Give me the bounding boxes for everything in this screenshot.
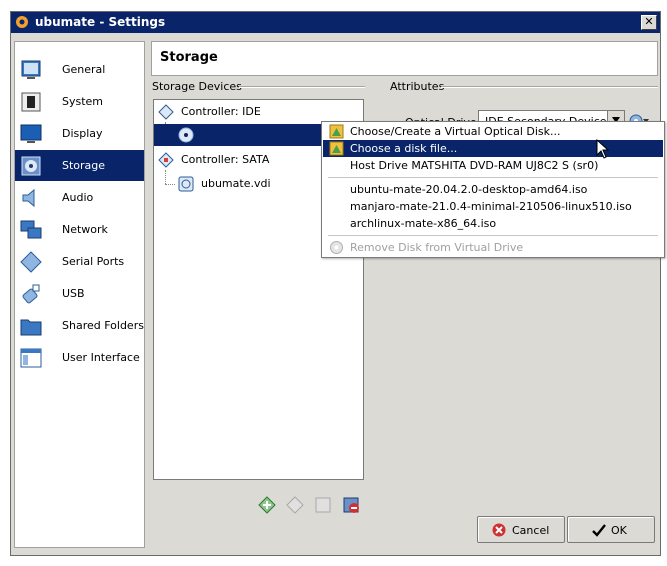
menu-item-iso-manjaro[interactable]: manjaro-mate-21.0.4-minimal-210506-linux…	[323, 198, 663, 215]
optical-disk-menu: Choose/Create a Virtual Optical Disk... …	[321, 121, 665, 258]
title-bar: ubumate - Settings ✕	[11, 12, 660, 33]
sidebar-item-general[interactable]: General	[15, 54, 144, 85]
ok-button[interactable]: OK	[567, 516, 655, 543]
system-icon	[21, 92, 41, 112]
user-interface-icon	[20, 348, 42, 368]
optical-disk-create-icon	[329, 124, 344, 139]
remove-attachment-icon[interactable]	[342, 496, 360, 514]
storage-devices-label: Storage Devices	[152, 80, 242, 93]
window-title: ubumate - Settings	[35, 15, 166, 29]
general-icon	[21, 60, 41, 79]
menu-item-remove-disk[interactable]: Remove Disk from Virtual Drive	[323, 239, 663, 256]
shared-folders-icon	[20, 319, 42, 336]
checkmark-icon	[592, 524, 606, 537]
sidebar-item-usb[interactable]: USB	[15, 278, 144, 309]
sidebar-item-shared-folders[interactable]: Shared Folders	[15, 310, 144, 341]
add-controller-icon[interactable]	[258, 496, 276, 514]
audio-icon	[22, 188, 35, 208]
remove-disk-icon	[330, 241, 343, 254]
optical-disc-icon	[178, 127, 194, 143]
storage-devices-divider	[239, 86, 365, 88]
menu-item-choose-create[interactable]: Choose/Create a Virtual Optical Disk...	[323, 123, 663, 140]
sidebar-item-storage[interactable]: Storage	[15, 150, 144, 181]
sidebar-item-user-interface[interactable]: User Interface	[15, 342, 144, 373]
add-attachment-icon[interactable]	[314, 496, 332, 514]
serial-ports-icon	[20, 251, 42, 273]
menu-separator	[328, 177, 658, 178]
page-header: Storage	[151, 41, 658, 76]
cancel-icon	[492, 523, 506, 537]
sata-controller-icon	[158, 152, 174, 168]
sidebar-item-serial-ports[interactable]: Serial Ports	[15, 246, 144, 277]
network-icon	[20, 220, 42, 239]
cancel-button[interactable]: Cancel	[477, 516, 565, 543]
menu-item-iso-archlinux[interactable]: archlinux-mate-x86_64.iso	[323, 215, 663, 232]
sidebar-item-network[interactable]: Network	[15, 214, 144, 245]
sidebar-item-audio[interactable]: Audio	[15, 182, 144, 213]
menu-item-host-drive[interactable]: Host Drive MATSHITA DVD-RAM UJ8C2 S (sr0…	[323, 157, 663, 174]
tree-controller-ide[interactable]: Controller: IDE	[154, 101, 363, 123]
close-button[interactable]: ✕	[641, 15, 657, 30]
display-icon	[20, 124, 42, 143]
sidebar-item-system[interactable]: System	[15, 86, 144, 117]
open-disk-file-icon	[329, 141, 344, 156]
attributes-divider	[441, 86, 658, 88]
remove-controller-icon[interactable]	[286, 496, 304, 514]
ide-controller-icon	[158, 104, 174, 120]
storage-icon	[21, 156, 41, 176]
settings-sidebar: General System Display Storage Audio Net…	[14, 41, 145, 548]
sidebar-item-display[interactable]: Display	[15, 118, 144, 149]
usb-icon	[22, 284, 40, 304]
menu-item-choose-disk-file[interactable]: Choose a disk file...	[323, 140, 663, 157]
attributes-label: Attributes	[390, 80, 445, 93]
menu-separator	[328, 235, 658, 236]
mouse-cursor-icon	[596, 139, 610, 159]
settings-window: ubumate - Settings ✕ General System Disp…	[10, 11, 661, 556]
page-title: Storage	[160, 50, 218, 65]
app-gear-icon	[16, 16, 28, 28]
hard-disk-icon	[178, 176, 194, 192]
menu-item-iso-ubuntu[interactable]: ubuntu-mate-20.04.2.0-desktop-amd64.iso	[323, 181, 663, 198]
